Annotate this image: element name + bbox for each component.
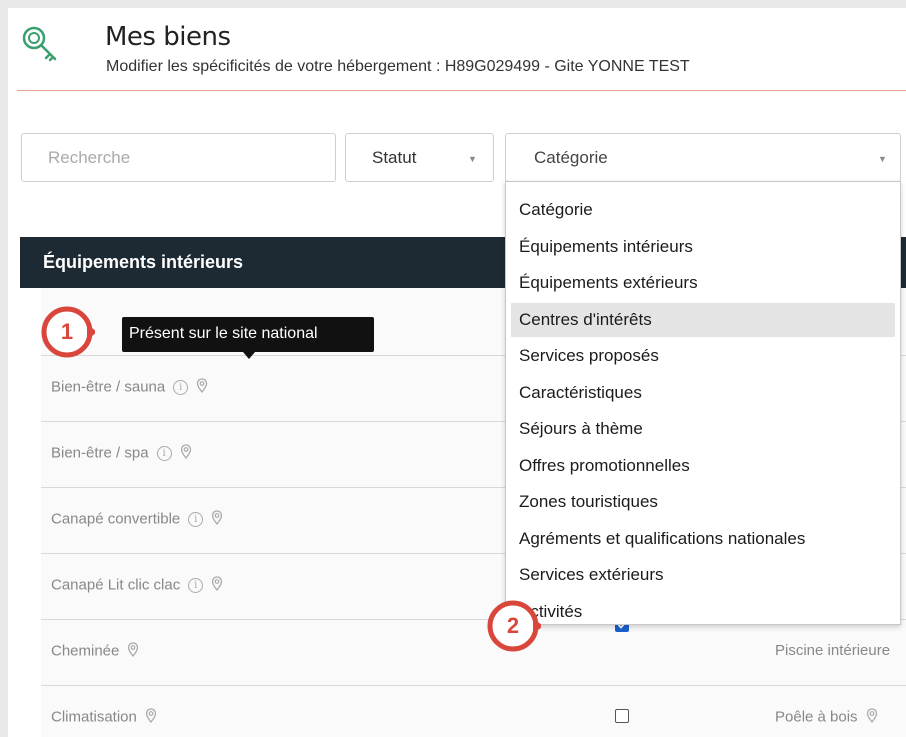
chevron-down-icon: ▼ (468, 154, 477, 164)
callout-1-number: 1 (60, 319, 74, 344)
page: Mes biens Modifier les spécificités de v… (8, 8, 906, 737)
right-row-label: Poêle à bois (775, 708, 878, 727)
info-icon[interactable]: i (188, 578, 204, 593)
tooltip-arrow (243, 352, 255, 359)
page-subtitle: Modifier les spécificités de votre héber… (106, 58, 690, 75)
categorie-label: Catégorie (534, 148, 608, 167)
row-label-text: Bien-être / sauna (51, 378, 166, 396)
right-row-label: Piscine intérieure (775, 642, 890, 659)
map-pin-icon[interactable] (211, 510, 223, 529)
row-label: Cheminée (51, 642, 139, 661)
categorie-select[interactable]: Catégorie ▼ (505, 133, 901, 182)
header-divider (17, 90, 906, 91)
map-pin-icon[interactable] (127, 642, 139, 661)
callout-2-number: 2 (506, 613, 520, 638)
row-label: Bien-être / sauna i (51, 378, 208, 397)
row-checkbox[interactable] (615, 709, 629, 723)
row-label: Canapé Lit clic clac i (51, 576, 223, 595)
statut-label: Statut (372, 148, 417, 167)
dropdown-option[interactable]: Séjours à thème (511, 412, 895, 446)
row-label-text: Canapé Lit clic clac (51, 576, 181, 594)
info-icon[interactable]: i (188, 512, 204, 527)
row-label: Climatisation (51, 708, 157, 727)
map-pin-icon[interactable] (180, 444, 192, 463)
row-label-text: Cheminée (51, 642, 120, 660)
right-row-label-text: Poêle à bois (775, 708, 858, 726)
table-row: Cheminée Piscine intérieure (41, 618, 906, 685)
dropdown-option[interactable]: Caractéristiques (511, 376, 895, 410)
dropdown-option[interactable]: Catégorie (511, 193, 895, 227)
chevron-down-icon: ▼ (878, 154, 887, 164)
dropdown-option[interactable]: Activités (511, 595, 895, 629)
dropdown-option[interactable]: Équipements intérieurs (511, 230, 895, 264)
map-pin-icon[interactable] (866, 708, 878, 727)
dropdown-option[interactable]: Services extérieurs (511, 558, 895, 592)
search-placeholder: Recherche (48, 148, 131, 167)
map-pin-icon[interactable] (196, 378, 208, 397)
dropdown-option[interactable]: Offres promotionnelles (511, 449, 895, 483)
key-search-icon (22, 26, 57, 62)
info-icon[interactable]: i (156, 446, 172, 461)
categorie-dropdown-menu: Catégorie Équipements intérieurs Équipemen… (505, 181, 901, 625)
search-input[interactable]: Recherche (21, 133, 336, 182)
map-pin-icon[interactable] (145, 708, 157, 727)
table-row: Climatisation Poêle à bois (41, 685, 906, 737)
row-label: Canapé convertible i (51, 510, 223, 529)
dropdown-option[interactable]: Services proposés (511, 339, 895, 373)
statut-select[interactable]: Statut ▼ (345, 133, 494, 182)
page-title: Mes biens (105, 22, 231, 52)
map-pin-icon[interactable] (211, 576, 223, 595)
dropdown-option[interactable]: Centres d'intérêts (511, 302, 895, 337)
dropdown-option[interactable]: Zones touristiques (511, 485, 895, 519)
dropdown-option[interactable]: Équipements extérieurs (511, 266, 895, 300)
right-row-label-text: Piscine intérieure (775, 642, 891, 659)
row-label: Bien-être / spa i (51, 444, 192, 463)
row-label-text: Bien-être / spa (51, 444, 149, 462)
row-label-text: Canapé convertible (51, 510, 181, 528)
info-icon[interactable]: i (173, 380, 189, 395)
tooltip: Présent sur le site national (122, 317, 374, 352)
dropdown-option[interactable]: Agréments et qualifications nationales (511, 522, 895, 556)
row-label-text: Climatisation (51, 708, 137, 726)
